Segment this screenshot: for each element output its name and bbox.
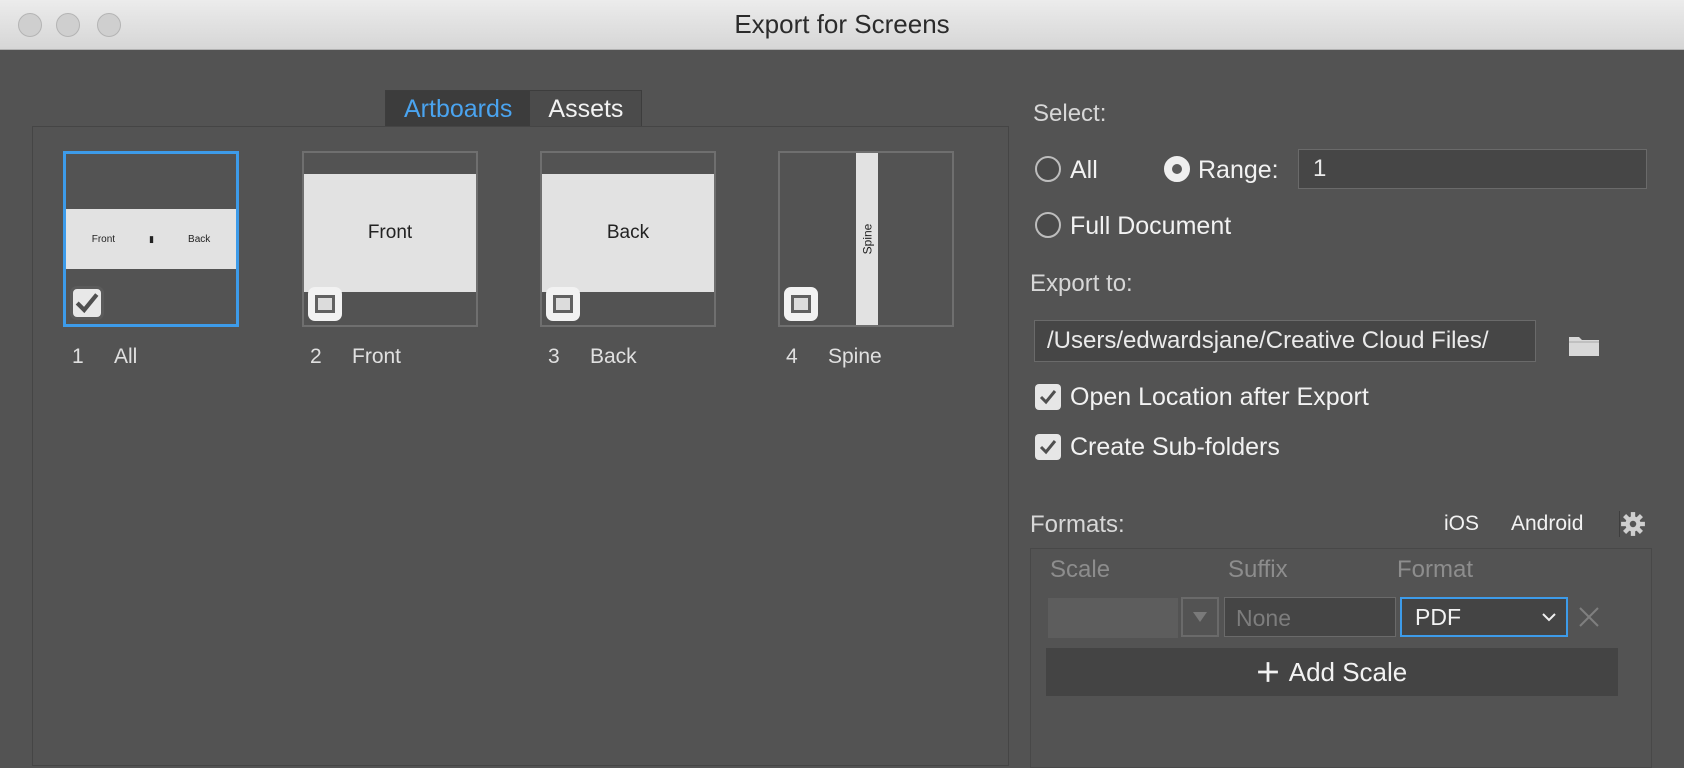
open-location-label: Open Location after Export	[1070, 383, 1369, 411]
checkmark-icon	[75, 293, 99, 314]
artboard-thumb-back[interactable]: Back	[540, 151, 716, 327]
chevron-down-icon	[1542, 613, 1556, 622]
artboard-thumb-preview: Spine	[856, 153, 878, 325]
tab-assets[interactable]: Assets	[530, 91, 641, 127]
checkmark-icon	[1039, 440, 1057, 455]
format-select-value: PDF	[1415, 604, 1461, 630]
ios-preset-button[interactable]: iOS	[1444, 512, 1479, 536]
export-path-input[interactable]: /Users/edwardsjane/Creative Cloud Files/	[1034, 320, 1536, 362]
spine-mark: ▮	[149, 233, 155, 244]
format-select[interactable]: PDF	[1400, 597, 1568, 637]
create-subfolders-label: Create Sub-folders	[1070, 433, 1280, 461]
window-title: Export for Screens	[734, 9, 950, 39]
artboard-name: Spine	[828, 345, 882, 368]
artboard-checkbox-spine[interactable]	[784, 287, 818, 321]
artboard-checkbox-back[interactable]	[546, 287, 580, 321]
artboard-label-all: 1 All	[72, 345, 137, 369]
artboard-checkbox-all[interactable]	[70, 286, 104, 320]
open-location-checkbox[interactable]	[1035, 384, 1061, 410]
radio-full-document[interactable]	[1035, 212, 1061, 238]
range-input[interactable]: 1	[1298, 149, 1647, 189]
artboard-checkbox-front[interactable]	[308, 287, 342, 321]
title-bar: Export for Screens	[0, 0, 1684, 50]
artboard-thumb-all[interactable]: Front ▮ Back	[63, 151, 239, 327]
artboard-label-spine: 4 Spine	[786, 345, 882, 369]
artboard-number: 2	[310, 345, 322, 368]
artboard-thumb-spine[interactable]: Spine	[778, 151, 954, 327]
artboard-name: Front	[352, 345, 402, 368]
artboard-thumb-front[interactable]: Front	[302, 151, 478, 327]
artboard-thumb-preview: Front ▮ Back	[66, 209, 236, 269]
artboard-label-back: 3 Back	[548, 345, 637, 369]
suffix-input[interactable]: None	[1224, 597, 1396, 637]
radio-full-document-label: Full Document	[1070, 212, 1232, 240]
radio-all[interactable]	[1035, 156, 1061, 182]
radio-all-label: All	[1070, 156, 1098, 184]
artboard-number: 1	[72, 345, 84, 368]
artboard-label-front: 2 Front	[310, 345, 401, 369]
scale-column-header: Scale	[1050, 556, 1111, 583]
tab-bar: Artboards Assets	[385, 90, 643, 127]
add-scale-label: Add Scale	[1288, 656, 1408, 687]
artboard-thumb-preview: Front	[304, 174, 476, 292]
thumb-text-back: Back	[188, 233, 211, 245]
thumb-text-front: Front	[91, 233, 116, 245]
tab-artboards[interactable]: Artboards	[386, 91, 531, 127]
scale-input[interactable]	[1048, 598, 1178, 638]
plus-icon	[1257, 662, 1278, 682]
scale-dropdown-button[interactable]	[1181, 597, 1219, 637]
export-to-label: Export to:	[1030, 270, 1133, 297]
artboard-name: All	[114, 345, 138, 368]
artboard-number: 4	[786, 345, 798, 368]
artboard-number: 3	[548, 345, 560, 368]
thumb-text-spine: Spine	[860, 223, 875, 255]
artboard-name: Back	[590, 345, 637, 368]
suffix-column-header: Suffix	[1228, 556, 1288, 583]
remove-scale-icon[interactable]	[1578, 606, 1600, 628]
create-subfolders-checkbox[interactable]	[1035, 434, 1061, 460]
checkmark-icon	[1039, 390, 1057, 405]
artboard-thumb-preview: Back	[542, 174, 714, 292]
radio-range[interactable]	[1164, 156, 1190, 182]
format-column-header: Format	[1397, 556, 1474, 583]
android-preset-button[interactable]: Android	[1511, 512, 1583, 536]
gear-icon[interactable]	[1619, 511, 1646, 537]
dropdown-triangle-icon	[1193, 612, 1207, 622]
radio-range-label: Range:	[1198, 156, 1279, 184]
select-label: Select:	[1033, 100, 1107, 127]
add-scale-button[interactable]: Add Scale	[1046, 648, 1618, 696]
formats-label: Formats:	[1030, 511, 1125, 538]
folder-icon[interactable]	[1568, 333, 1600, 357]
